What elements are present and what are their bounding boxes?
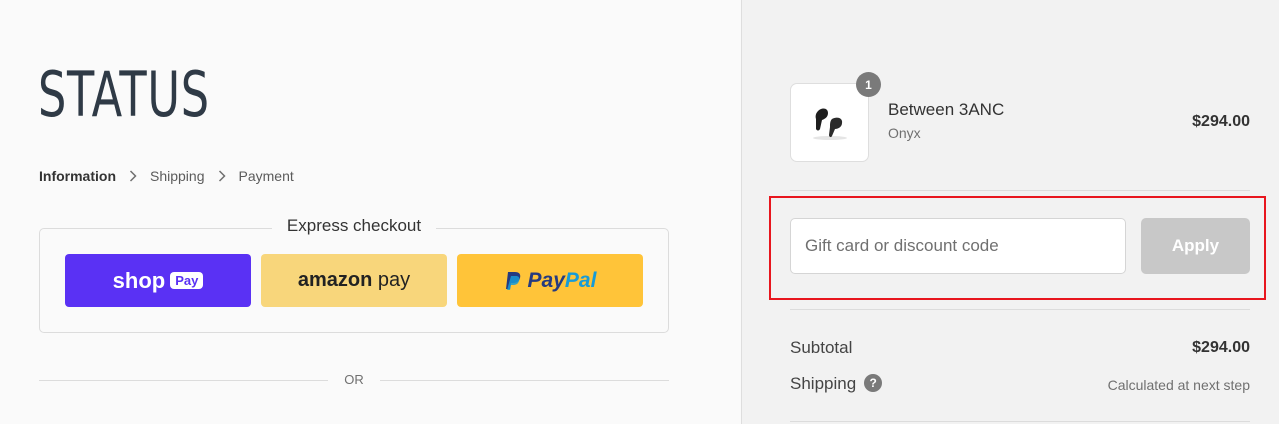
product-name: Between 3ANC	[888, 100, 1005, 119]
product-thumbnail	[790, 83, 869, 162]
divider-line	[790, 190, 1250, 191]
shipping-label: Shipping	[790, 374, 857, 393]
product-price: $294.00	[1192, 113, 1250, 130]
breadcrumb-shipping[interactable]: Shipping	[150, 168, 205, 184]
chevron-right-icon	[129, 170, 137, 182]
divider-line	[790, 421, 1250, 422]
paypal-logo-icon	[504, 271, 522, 291]
subtotal-value: $294.00	[1192, 339, 1250, 356]
or-divider: OR	[39, 370, 669, 390]
earbuds-image	[812, 108, 847, 140]
store-logo[interactable]: STATUS	[38, 64, 210, 126]
shipping-label-row: Shipping?	[790, 373, 883, 394]
subtotal-label: Subtotal	[790, 338, 853, 357]
breadcrumb-information[interactable]: Information	[39, 168, 116, 184]
shop-pay-button[interactable]: shop Pay	[65, 254, 251, 307]
chevron-right-icon	[218, 170, 226, 182]
amazon-pay-button[interactable]: amazon pay	[261, 254, 447, 307]
express-checkout-title: Express checkout	[0, 216, 708, 236]
quantity-badge: 1	[856, 72, 881, 97]
help-icon[interactable]: ?	[864, 373, 883, 392]
discount-code-input[interactable]	[790, 218, 1126, 274]
apply-discount-button[interactable]: Apply	[1141, 218, 1250, 274]
breadcrumb-payment[interactable]: Payment	[239, 168, 294, 184]
divider-line	[790, 309, 1250, 310]
breadcrumb: Information Shipping Payment	[39, 168, 294, 184]
product-variant: Onyx	[888, 125, 921, 141]
shipping-value: Calculated at next step	[1107, 377, 1250, 393]
paypal-button[interactable]: Pay Pal	[457, 254, 643, 307]
